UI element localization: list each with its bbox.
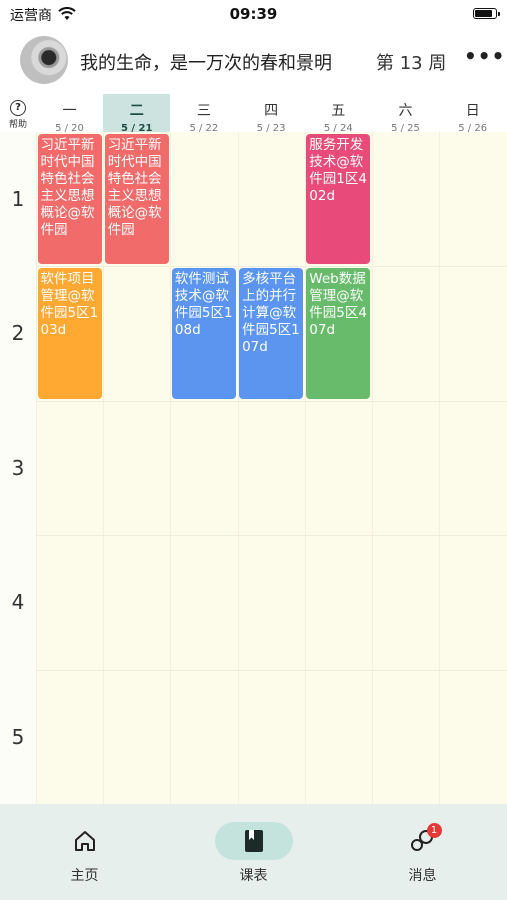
day-column (237, 132, 306, 804)
header: 我的生命，是一万次的春和景明 第 13 周 ••• (0, 34, 507, 86)
day-column (372, 132, 440, 804)
course-card[interactable]: 习近平新时代中国特色社会主义思想概论@软件园 (104, 134, 169, 265)
course-card[interactable]: 软件测试技术@软件园5区108d (171, 268, 236, 399)
week-selector[interactable]: 第 13 周 (376, 49, 446, 75)
battery-icon (473, 8, 500, 19)
course-card[interactable]: 服务开发技术@软件园1区402d (306, 134, 371, 265)
course-card[interactable]: 多核平台上的并行计算@软件园5区107d (239, 268, 304, 399)
period-label: 3 (11, 455, 25, 480)
period-label: 4 (11, 590, 25, 615)
tab-messages[interactable]: 1 消息 (338, 804, 507, 900)
home-icon (74, 831, 95, 851)
day-header-4: 四5 / 23 (238, 94, 305, 134)
help-button[interactable]: ? 帮助 (0, 94, 36, 132)
tab-home-label: 主页 (70, 868, 99, 884)
day-header-row: ? 帮助 一5 / 20 二 5 / 21 三 5 / 22 四 5 / 23 五 5 / 24… (0, 94, 507, 134)
tab-home[interactable]: 主页 (0, 804, 169, 900)
period-label: 5 (11, 724, 25, 749)
help-icon: ? (10, 100, 26, 116)
tab-messages-label: 消息 (408, 868, 437, 884)
day-column (170, 132, 239, 804)
day-name: 四 (264, 103, 279, 119)
day-name: 日 (465, 103, 480, 119)
day-column (439, 132, 507, 804)
book-icon (244, 830, 263, 852)
day-header-1: 一5 / 20 (36, 94, 103, 134)
day-header-5: 五5 / 24 (305, 94, 372, 134)
help-label: 帮助 (8, 120, 27, 130)
timetable-grid: 1 2 3 4 5 习近平新时代中国特色社会主义思想概论@软件园 习近平新时代中国特色社会主… (0, 132, 507, 804)
day-name: 三 (196, 103, 211, 119)
tab-schedule[interactable]: 课表 (169, 804, 338, 900)
course-card[interactable]: 软件项目管理@软件园5区103d (37, 268, 102, 399)
row-divider (36, 669, 507, 671)
day-name: 二 (129, 103, 144, 119)
period-label: 1 (11, 187, 25, 211)
day-name: 一 (62, 103, 77, 119)
status-bar: 运营商 09:39 (0, 0, 507, 30)
day-header-7: 日5 / 26 (439, 94, 506, 134)
day-header-2: 二5 / 21 (103, 94, 171, 134)
avatar[interactable] (20, 36, 68, 84)
row-divider (36, 266, 507, 268)
tab-bar: 主页 课表 1 消息 (0, 804, 507, 900)
day-header-6: 六5 / 25 (372, 94, 439, 134)
clock: 09:39 (229, 5, 278, 23)
row-divider (36, 400, 507, 402)
day-header-3: 三5 / 22 (170, 94, 237, 134)
page-title: 我的生命，是一万次的春和景明 (80, 53, 332, 74)
course-card[interactable]: Web数据管理@软件园5区407d (306, 268, 371, 399)
notification-badge: 1 (426, 823, 442, 838)
tab-schedule-label: 课表 (239, 868, 268, 884)
course-card[interactable]: 习近平新时代中国特色社会主义思想概论@软件园 (37, 134, 102, 265)
more-button[interactable]: ••• (464, 44, 505, 68)
period-label: 2 (11, 321, 25, 346)
row-divider (36, 535, 507, 537)
day-name: 五 (331, 103, 346, 119)
day-name: 六 (398, 103, 413, 119)
